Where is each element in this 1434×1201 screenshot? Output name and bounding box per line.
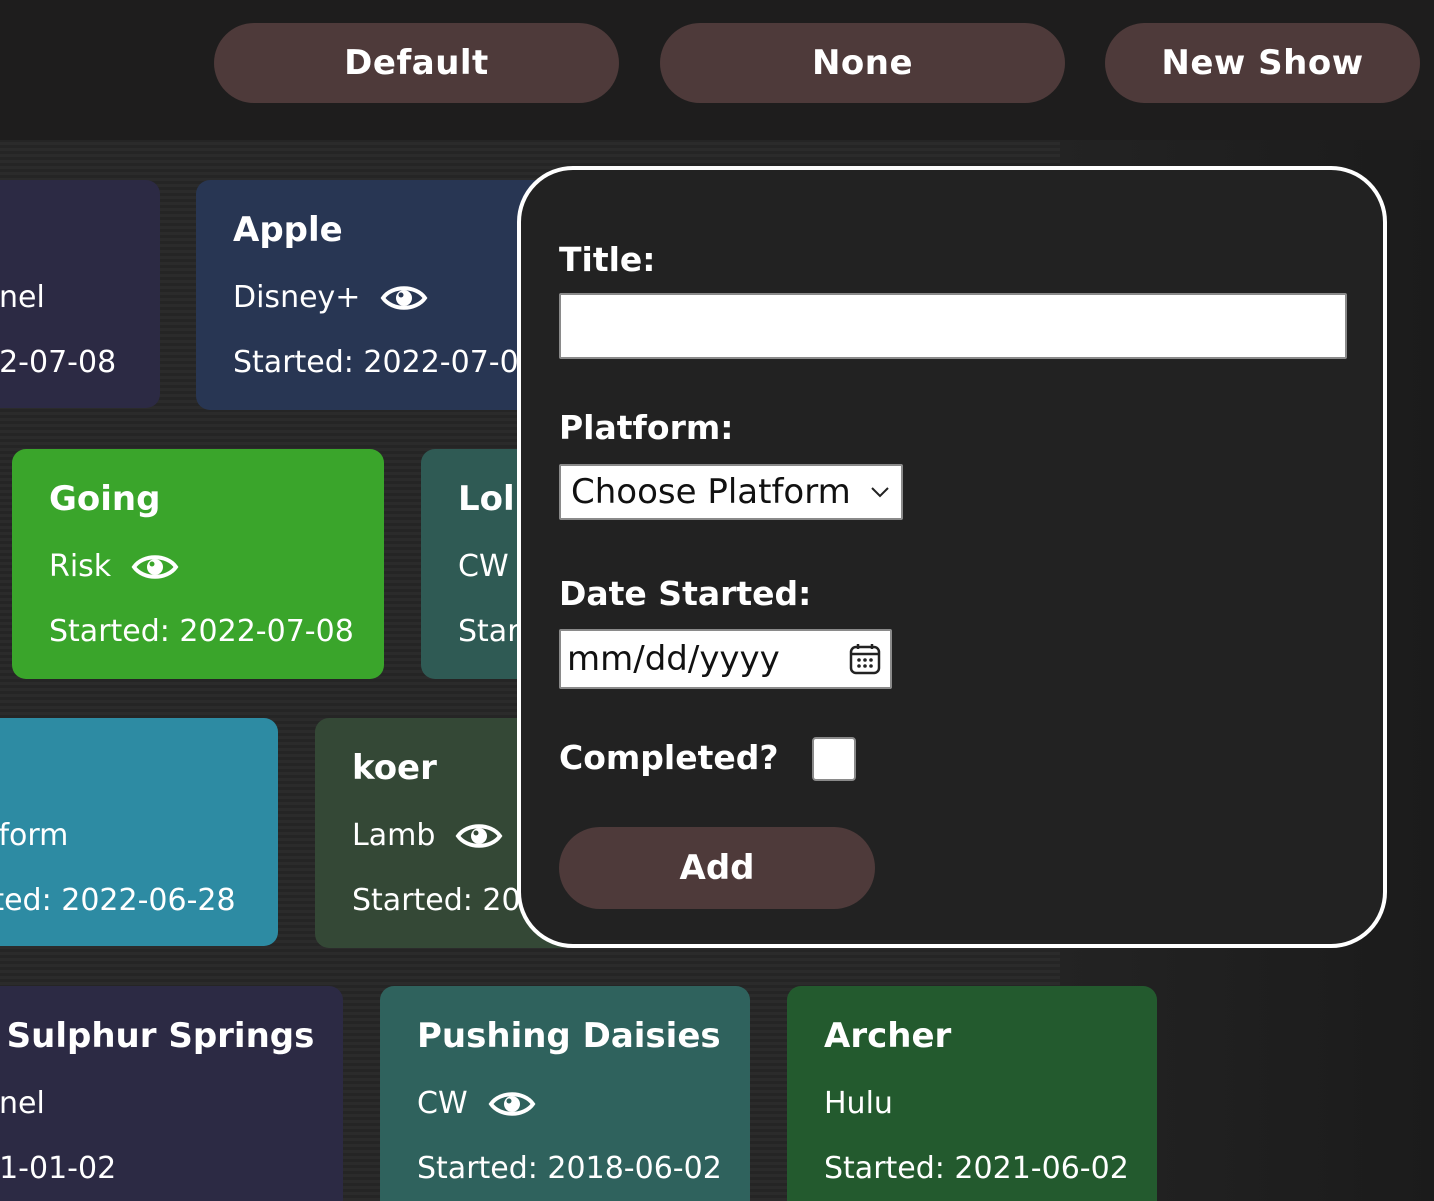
calendar-icon[interactable] xyxy=(848,642,882,676)
show-card[interactable]: Apple Disney+ Started: 2022-07-09 xyxy=(196,180,556,410)
eye-icon[interactable] xyxy=(455,820,503,852)
show-title: f Sulphur Springs xyxy=(0,1016,315,1056)
date-started-label: Date Started: xyxy=(559,574,812,613)
show-started-date: Star xyxy=(458,614,520,649)
eye-icon[interactable] xyxy=(380,282,428,314)
show-platform: nnel xyxy=(0,280,45,315)
show-card[interactable]: nnel 22-07-08 xyxy=(0,180,160,408)
date-started-input[interactable]: mm/dd/yyyy xyxy=(559,629,892,689)
show-platform-label: Hulu xyxy=(824,1086,893,1121)
eye-icon[interactable] xyxy=(488,1088,536,1120)
show-platform: Risk xyxy=(49,549,179,584)
show-title: Archer xyxy=(824,1016,952,1056)
show-title: Going xyxy=(49,479,161,519)
eye-icon[interactable] xyxy=(131,551,179,583)
show-title: koer xyxy=(352,748,437,788)
show-started-date: Started: 2022-07-08 xyxy=(49,614,354,649)
platform-select-value: Choose Platform xyxy=(571,472,851,512)
platform-select[interactable]: Choose Platform xyxy=(559,464,903,520)
show-platform-label: CW xyxy=(458,549,509,584)
show-card[interactable]: Pushing Daisies CW Started: 2018-06-02 xyxy=(380,986,750,1201)
show-platform: Lamb xyxy=(352,818,503,853)
show-platform: Hulu xyxy=(824,1086,893,1121)
new-show-modal: Title: Platform: Choose Platform Date St… xyxy=(517,166,1387,948)
show-card[interactable]: f Sulphur Springs nnel 21-01-02 xyxy=(0,986,343,1201)
default-filter-button[interactable]: Default xyxy=(214,23,619,103)
show-platform-label: nnel xyxy=(0,280,45,315)
show-title: Lol xyxy=(458,479,515,519)
show-card[interactable]: eform rted: 2022-06-28 xyxy=(0,718,278,946)
show-title: Apple xyxy=(233,210,343,250)
chevron-down-icon xyxy=(871,487,889,498)
show-platform: Disney+ xyxy=(233,280,428,315)
show-platform-label: Disney+ xyxy=(233,280,361,315)
completed-label: Completed? xyxy=(559,738,779,777)
show-platform: eform xyxy=(0,818,68,853)
show-started-date: Started: 2018-06-02 xyxy=(417,1151,722,1186)
completed-checkbox[interactable] xyxy=(812,737,856,781)
show-title: Pushing Daisies xyxy=(417,1016,721,1056)
show-platform-label: nnel xyxy=(0,1086,45,1121)
show-card[interactable]: Going Risk Started: 2022-07-08 xyxy=(12,449,384,679)
new-show-button[interactable]: New Show xyxy=(1105,23,1420,103)
show-platform-label: eform xyxy=(0,818,69,853)
show-card[interactable]: Archer Hulu Started: 2021-06-02 xyxy=(787,986,1157,1201)
show-platform-label: CW xyxy=(417,1086,468,1121)
show-started-date: Started: 2022-07-09 xyxy=(233,345,538,380)
show-platform-label: Lamb xyxy=(352,818,436,853)
show-platform: nnel xyxy=(0,1086,45,1121)
show-started-date: Started: 2021-06-02 xyxy=(824,1151,1129,1186)
show-platform: CW xyxy=(458,549,509,584)
show-started-date: 21-01-02 xyxy=(0,1151,117,1186)
show-started-date: rted: 2022-06-28 xyxy=(0,883,236,918)
date-placeholder: mm/dd/yyyy xyxy=(567,639,780,679)
add-button[interactable]: Add xyxy=(559,827,875,909)
none-filter-button[interactable]: None xyxy=(660,23,1065,103)
show-started-date: Started: 20 xyxy=(352,883,521,918)
show-platform: CW xyxy=(417,1086,536,1121)
title-input[interactable] xyxy=(559,293,1347,359)
platform-label: Platform: xyxy=(559,408,734,447)
title-label: Title: xyxy=(559,240,656,279)
show-started-date: 22-07-08 xyxy=(0,345,117,380)
app-page: Default None New Show nnel 22-07-08 Appl… xyxy=(0,0,1434,1201)
show-platform-label: Risk xyxy=(49,549,112,584)
